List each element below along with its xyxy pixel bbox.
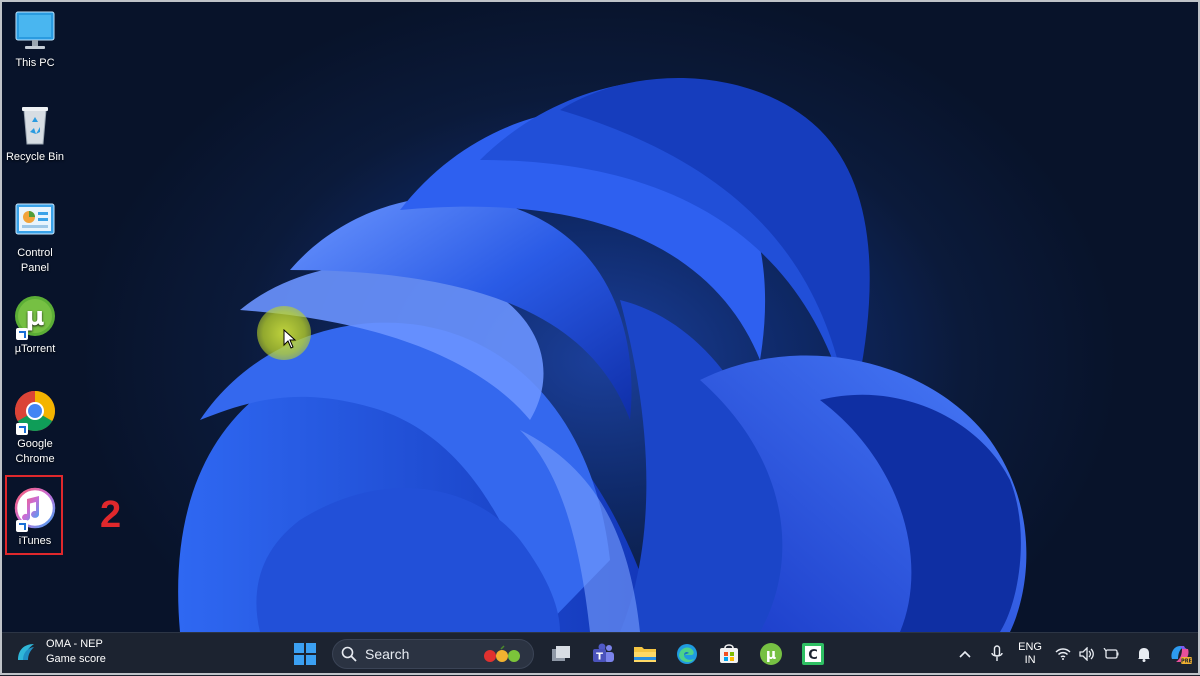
svg-text:µ: µ	[766, 647, 776, 663]
recycle-bin-icon	[12, 102, 58, 148]
desktop-wallpaper	[0, 0, 1200, 632]
monitor-icon	[12, 8, 58, 54]
file-explorer-button[interactable]	[630, 639, 660, 669]
windows-logo-icon	[294, 643, 316, 665]
svg-text:C: C	[808, 648, 818, 663]
battery-icon	[1103, 648, 1119, 659]
step-number-label: 2	[100, 494, 122, 536]
desktop-icon-label: This PC	[15, 57, 55, 69]
desktop-icon-recycle-bin[interactable]: Recycle Bin	[4, 102, 66, 165]
taskbar-center: Search T µ C	[290, 637, 828, 671]
search-highlight-fruit-icon	[484, 645, 520, 662]
notifications-button[interactable]	[1132, 639, 1156, 669]
itunes-highlight-box	[5, 475, 63, 555]
camtasia-button[interactable]: C	[798, 639, 828, 669]
microphone-button[interactable]	[986, 639, 1008, 669]
desktop-icon-label: Google Chrome	[15, 438, 55, 465]
shortcut-arrow-icon	[16, 423, 28, 435]
desktop-icon-label: Recycle Bin	[5, 151, 65, 163]
chrome-icon	[12, 389, 58, 435]
teams-button[interactable]: T	[588, 639, 618, 669]
language-primary: ENG	[1018, 641, 1042, 653]
microsoft-store-button[interactable]	[714, 639, 744, 669]
system-tray: ENG IN PRE	[954, 637, 1200, 671]
camtasia-icon: C	[802, 643, 824, 665]
svg-text:T: T	[596, 652, 603, 663]
language-secondary: IN	[1024, 654, 1036, 666]
taskbar: OMA - NEP Game score Search T µ C ENG IN…	[0, 632, 1200, 676]
desktop-icon-this-pc[interactable]: This PC	[4, 8, 66, 71]
search-icon	[341, 646, 357, 662]
quick-settings-button[interactable]	[1052, 639, 1122, 669]
control-panel-icon	[12, 198, 58, 244]
task-view-button[interactable]	[546, 639, 576, 669]
start-button[interactable]	[290, 639, 320, 669]
edge-button[interactable]	[672, 639, 702, 669]
bell-icon	[1138, 648, 1150, 662]
search-placeholder: Search	[365, 646, 410, 662]
store-icon	[720, 644, 738, 663]
taskbar-search[interactable]: Search	[332, 639, 534, 669]
task-view-icon	[552, 646, 570, 661]
chevron-up-icon	[959, 650, 971, 658]
copilot-icon: PRE	[1171, 646, 1192, 665]
widget-title: OMA - NEP	[46, 638, 103, 650]
shortcut-arrow-icon	[16, 328, 28, 340]
show-hidden-icons-button[interactable]	[954, 639, 976, 669]
widget-subtitle: Game score	[46, 653, 106, 665]
teams-icon: T	[593, 643, 614, 663]
edge-icon	[677, 644, 697, 664]
folder-icon	[634, 647, 656, 662]
copilot-button[interactable]: PRE	[1166, 639, 1194, 669]
volume-icon	[1079, 647, 1094, 661]
svg-text:PRE: PRE	[1181, 659, 1192, 665]
game-score-icon	[18, 644, 34, 660]
desktop-icon-utorrent[interactable]: µ µTorrent	[4, 294, 66, 357]
desktop-icon-control-panel[interactable]: Control Panel	[4, 198, 66, 276]
desktop-icon-label: Control Panel	[17, 247, 53, 274]
bloom-wallpaper-art	[178, 77, 1027, 632]
mouse-pointer-icon	[283, 329, 297, 349]
desktop-icon-google-chrome[interactable]: Google Chrome	[4, 389, 66, 467]
language-indicator[interactable]: ENG IN	[1018, 641, 1042, 667]
wifi-icon	[1055, 648, 1071, 660]
utorrent-taskbar-button[interactable]: µ	[756, 639, 786, 669]
utorrent-icon: µ	[760, 643, 782, 665]
svg-text:µ: µ	[25, 302, 44, 332]
desktop-icon-label: µTorrent	[14, 343, 56, 355]
widgets-button[interactable]: OMA - NEP Game score	[14, 637, 106, 667]
utorrent-icon: µ	[12, 294, 58, 340]
microphone-icon	[991, 645, 1003, 661]
